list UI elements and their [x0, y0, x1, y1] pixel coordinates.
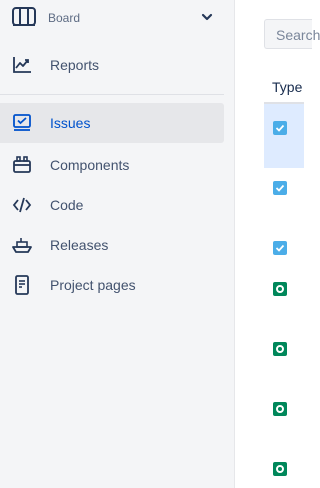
sidebar-item-label: Code: [50, 197, 84, 213]
board-icon: [12, 5, 36, 29]
board-label: Board: [48, 11, 81, 25]
story-icon: [273, 462, 287, 476]
column-header-type[interactable]: Type: [272, 79, 302, 95]
task-icon: [273, 181, 287, 195]
code-icon: [12, 195, 32, 215]
sidebar-item-releases[interactable]: Releases: [0, 225, 224, 265]
sidebar-item-project-pages[interactable]: Project pages: [0, 265, 224, 305]
sidebar-item-components[interactable]: Components: [0, 145, 224, 185]
sidebar-item-issues[interactable]: Issues: [0, 103, 224, 143]
sidebar-item-reports[interactable]: Reports: [0, 45, 224, 85]
board-switcher[interactable]: Board: [0, 0, 234, 36]
project-pages-icon: [12, 275, 32, 295]
chevron-down-icon[interactable]: [200, 10, 214, 24]
project-sidebar: Board Reports Issues Components Code Rel…: [0, 0, 235, 488]
releases-icon: [12, 235, 32, 255]
sidebar-item-label: Releases: [50, 237, 109, 253]
search-placeholder: Search: [276, 27, 320, 43]
sidebar-item-label: Components: [50, 157, 130, 173]
story-icon: [273, 282, 287, 296]
task-icon: [273, 241, 287, 255]
sidebar-divider: [0, 94, 224, 95]
sidebar-item-label: Project pages: [50, 277, 136, 293]
issues-icon: [12, 113, 32, 133]
task-icon: [273, 121, 287, 135]
table-row[interactable]: [264, 104, 304, 168]
sidebar-item-label: Issues: [50, 115, 91, 131]
story-icon: [273, 342, 287, 356]
story-icon: [273, 402, 287, 416]
sidebar-item-code[interactable]: Code: [0, 185, 224, 225]
sidebar-item-label: Reports: [50, 57, 100, 73]
search-input[interactable]: Search: [264, 19, 320, 49]
components-icon: [12, 155, 32, 175]
reports-icon: [12, 55, 32, 75]
